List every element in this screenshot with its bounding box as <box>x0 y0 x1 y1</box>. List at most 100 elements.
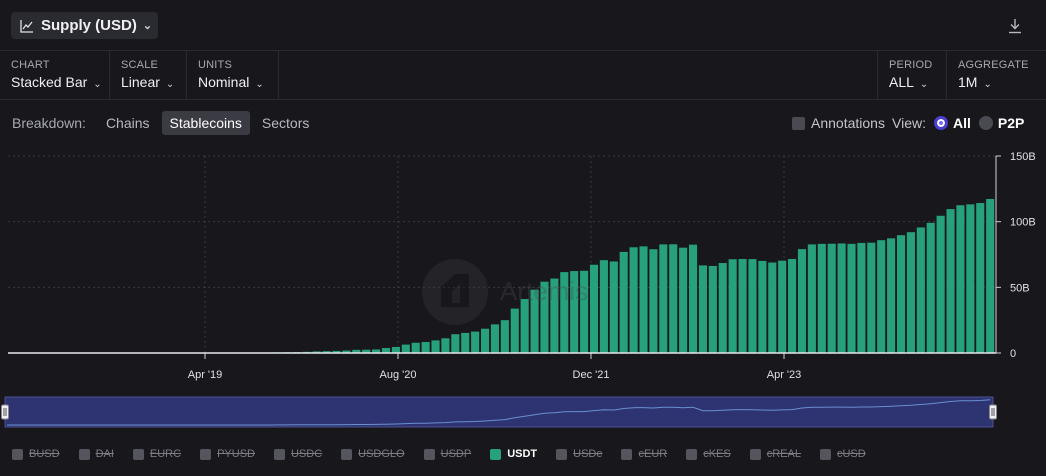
bar-usdt[interactable] <box>431 340 440 353</box>
breakdown-option-stablecoins[interactable]: Stablecoins <box>161 111 250 135</box>
chart-type-value: Stacked Bar <box>11 74 88 90</box>
breakdown-option-chains[interactable]: Chains <box>98 111 158 135</box>
bar-usdt[interactable] <box>847 243 856 353</box>
bar-usdt[interactable] <box>520 299 529 353</box>
legend-item-cusd[interactable]: cUSD <box>819 448 866 460</box>
bar-usdt[interactable] <box>718 263 727 353</box>
bar-usdt[interactable] <box>708 265 717 353</box>
bar-usdt[interactable] <box>441 338 450 353</box>
bar-usdt[interactable] <box>461 332 470 353</box>
bar-usdt[interactable] <box>698 265 707 353</box>
legend-item-usdt[interactable]: USDT <box>490 448 537 460</box>
bar-usdt[interactable] <box>391 346 400 353</box>
bar-usdt[interactable] <box>609 261 618 353</box>
legend-item-creal[interactable]: cREAL <box>749 448 801 460</box>
breakdown-label: Breakdown: <box>12 115 86 131</box>
bar-usdt[interactable] <box>679 247 688 353</box>
bar-usdt[interactable] <box>976 203 985 353</box>
bar-usdt[interactable] <box>500 320 509 353</box>
bar-usdt[interactable] <box>411 342 420 353</box>
legend-item-eurc[interactable]: EURC <box>132 448 181 460</box>
breakdown-option-sectors[interactable]: Sectors <box>254 111 317 135</box>
bar-usdt[interactable] <box>589 264 599 353</box>
bar-usdt[interactable] <box>738 258 747 353</box>
bar-usdt[interactable] <box>748 259 757 353</box>
legend-item-pyusd[interactable]: PYUSD <box>200 448 255 460</box>
bar-usdt[interactable] <box>768 262 777 353</box>
bar-usdt[interactable] <box>817 243 826 353</box>
view-all-radio[interactable] <box>933 116 948 130</box>
bar-usdt[interactable] <box>490 324 500 353</box>
breakdown-selector: Breakdown: Chains Stablecoins Sectors <box>12 111 321 135</box>
bar-usdt[interactable] <box>906 232 915 353</box>
legend-swatch <box>273 448 285 460</box>
bar-usdt[interactable] <box>936 215 945 353</box>
bar-usdt[interactable] <box>986 198 995 353</box>
bar-usdt[interactable] <box>966 204 975 353</box>
bar-usdt[interactable] <box>688 244 698 353</box>
line-chart-icon <box>20 19 33 33</box>
bar-usdt[interactable] <box>619 251 628 353</box>
bar-usdt[interactable] <box>510 308 519 353</box>
bar-usdt[interactable] <box>758 260 767 353</box>
chart-type-label: CHART <box>11 59 50 71</box>
bar-usdt[interactable] <box>639 246 648 353</box>
bar-usdt[interactable] <box>421 341 430 353</box>
bar-usdt[interactable] <box>649 249 658 353</box>
bar-usdt[interactable] <box>887 238 896 353</box>
bar-usdt[interactable] <box>629 247 638 353</box>
bar-usdt[interactable] <box>659 244 668 353</box>
bar-usdt[interactable] <box>401 344 410 353</box>
bar-usdt[interactable] <box>837 243 846 353</box>
chart-title-dropdown[interactable]: Supply (USD) ⌄ <box>11 12 158 39</box>
bar-usdt[interactable] <box>857 242 866 353</box>
download-icon[interactable] <box>1008 18 1022 34</box>
bar-usdt[interactable] <box>956 205 965 353</box>
bar-usdt[interactable] <box>778 260 787 353</box>
legend-label: DAI <box>95 448 114 460</box>
legend-item-ceur[interactable]: cEUR <box>621 448 667 460</box>
legend-swatch <box>686 448 698 460</box>
view-p2p-radio[interactable] <box>978 116 993 130</box>
aggregate-select[interactable]: AGGREGATE 1M ⌄ <box>946 51 1046 99</box>
legend-item-usdglo[interactable]: USDGLO <box>341 448 405 460</box>
legend-item-busd[interactable]: BUSD <box>12 448 60 460</box>
bar-usdt[interactable] <box>916 227 925 353</box>
y-tick-label: 50B <box>1010 282 1030 294</box>
chart-type-select[interactable]: CHART Stacked Bar ⌄ <box>0 51 110 99</box>
legend-swatch <box>78 448 90 460</box>
units-select[interactable]: UNITS Nominal ⌄ <box>187 51 279 99</box>
bar-usdt[interactable] <box>926 222 935 353</box>
bar-usdt[interactable] <box>480 328 490 353</box>
bar-usdt[interactable] <box>867 242 876 353</box>
bar-usdt[interactable] <box>827 243 836 353</box>
bar-usdt[interactable] <box>877 240 886 353</box>
navigator-left-handle[interactable] <box>1 404 9 420</box>
y-tick-label: 100B <box>1010 217 1036 229</box>
bar-usdt[interactable] <box>471 331 480 353</box>
legend-item-ckes[interactable]: cKES <box>686 448 731 460</box>
bar-usdt[interactable] <box>946 209 955 353</box>
bar-usdt[interactable] <box>599 260 608 353</box>
bar-usdt[interactable] <box>728 259 737 353</box>
legend-label: USDT <box>507 448 538 460</box>
bar-usdt[interactable] <box>451 334 460 353</box>
bar-usdt[interactable] <box>797 249 807 353</box>
bar-usdt[interactable] <box>896 235 906 353</box>
legend-item-usdp[interactable]: USDP <box>423 448 471 460</box>
chart-legend: BUSD DAI EURC PYUSD USDC USDGLO USDP USDT USDe cE… <box>12 448 885 460</box>
navigator-right-handle[interactable] <box>989 404 997 420</box>
legend-item-usde[interactable]: USDe <box>556 448 602 460</box>
legend-item-dai[interactable]: DAI <box>78 448 114 460</box>
chevron-down-icon: ⌄ <box>93 79 102 90</box>
bar-usdt[interactable] <box>788 258 797 353</box>
scale-select[interactable]: SCALE Linear ⌄ <box>110 51 187 99</box>
legend-item-usdc[interactable]: USDC <box>273 448 322 460</box>
period-label: PERIOD <box>889 59 933 71</box>
bar-usdt[interactable] <box>807 244 816 353</box>
annotations-checkbox[interactable] <box>792 116 805 130</box>
supply-chart: Artemis 0 50B 100B 150B Apr '19 Aug '20 Dec '2… <box>1 151 1036 428</box>
period-select[interactable]: PERIOD ALL ⌄ <box>877 51 946 99</box>
bar-usdt[interactable] <box>669 244 678 353</box>
annotations-toggle[interactable]: Annotations <box>792 115 885 131</box>
